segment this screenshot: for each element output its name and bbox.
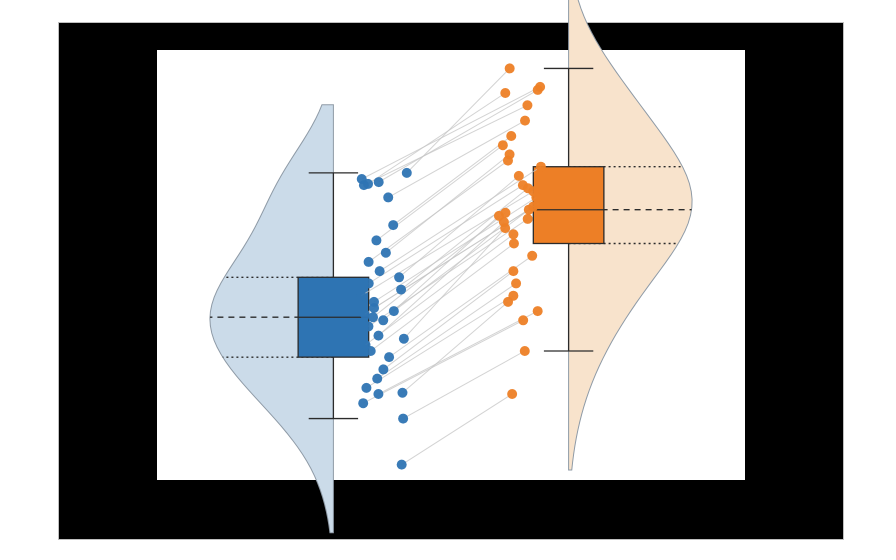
- point-group2: [505, 63, 515, 73]
- point-group1: [361, 340, 371, 350]
- pair-line: [407, 68, 510, 172]
- point-group1: [394, 272, 404, 282]
- pair-line: [366, 296, 513, 388]
- point-group2: [523, 214, 533, 224]
- point-group1: [360, 309, 370, 319]
- point-group1: [372, 374, 382, 384]
- point-group1: [381, 248, 391, 258]
- point-group1: [369, 297, 379, 307]
- raincloud-plot: [157, 50, 745, 480]
- plot-axes: [157, 50, 745, 480]
- point-group2: [533, 306, 543, 316]
- point-group2: [509, 239, 519, 249]
- point-group1: [402, 168, 412, 178]
- pair-line: [393, 136, 511, 225]
- point-group1: [378, 315, 388, 325]
- point-group2: [506, 131, 516, 141]
- point-group2: [511, 278, 521, 288]
- point-group2: [508, 229, 518, 239]
- box-group2: [533, 167, 604, 244]
- point-group1: [373, 331, 383, 341]
- point-group1: [358, 398, 368, 408]
- point-group1: [363, 321, 373, 331]
- point-group1: [375, 266, 385, 276]
- point-group2: [508, 291, 518, 301]
- point-group2: [535, 82, 545, 92]
- point-group1: [378, 364, 388, 374]
- point-group1: [374, 177, 384, 187]
- point-group2: [500, 88, 510, 98]
- point-group1: [398, 414, 408, 424]
- point-group2: [498, 140, 508, 150]
- point-group2: [518, 315, 528, 325]
- point-group1: [356, 291, 366, 301]
- point-group2: [536, 162, 546, 172]
- point-group1: [396, 285, 406, 295]
- point-group2: [522, 100, 532, 110]
- point-group1: [364, 278, 374, 288]
- point-group1: [399, 334, 409, 344]
- point-group1: [389, 306, 399, 316]
- figure-canvas: [58, 22, 844, 540]
- pair-line: [402, 394, 512, 465]
- pair-line: [403, 351, 525, 419]
- point-group2: [514, 171, 524, 181]
- point-group1: [384, 352, 394, 362]
- point-group2: [507, 389, 517, 399]
- point-group2: [520, 116, 530, 126]
- point-group2: [508, 266, 518, 276]
- point-group2: [518, 180, 528, 190]
- point-group2: [505, 149, 515, 159]
- point-group1: [371, 235, 381, 245]
- pair-line: [361, 191, 533, 295]
- point-group1: [397, 460, 407, 470]
- point-group1: [364, 257, 374, 267]
- point-group1: [388, 220, 398, 230]
- point-group1: [361, 383, 371, 393]
- point-group2: [527, 251, 537, 261]
- point-group2: [520, 346, 530, 356]
- point-group1: [383, 192, 393, 202]
- point-group1: [373, 389, 383, 399]
- point-group2: [500, 208, 510, 218]
- point-group1: [397, 388, 407, 398]
- point-group1: [357, 174, 367, 184]
